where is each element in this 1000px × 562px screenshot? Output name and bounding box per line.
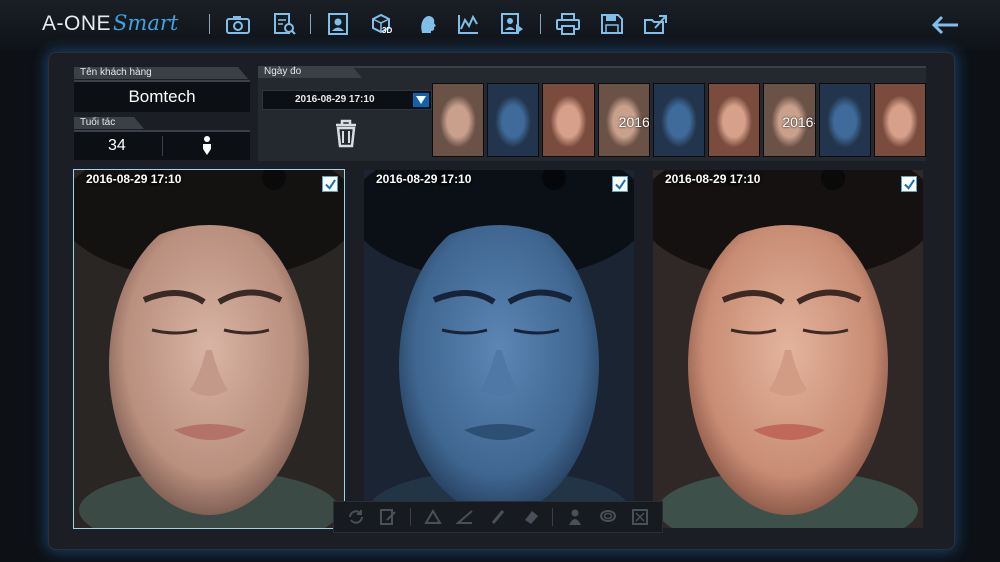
pen-icon (491, 510, 505, 524)
eraser-button[interactable] (520, 506, 542, 528)
triangle-icon (423, 509, 442, 524)
lasso-button[interactable] (597, 506, 619, 528)
slideshow-button[interactable] (496, 10, 528, 38)
patient-card-icon (328, 13, 348, 35)
logo-main-text: A-ONE (42, 12, 112, 35)
annotation-toolbar (333, 501, 663, 533)
eraser-icon (524, 511, 538, 524)
person-icon (568, 509, 581, 525)
age-divider (162, 136, 163, 156)
camera-button[interactable] (222, 10, 254, 38)
face-image-uv (364, 170, 634, 528)
app-logo: A-ONE Smart (42, 11, 178, 37)
edit-icon (380, 509, 397, 525)
triangle-button[interactable] (422, 506, 444, 528)
clear-icon (632, 509, 649, 525)
export-folder-icon (644, 15, 667, 34)
age-label: Tuổi tác (74, 117, 144, 129)
thumbnail-polarized[interactable] (708, 83, 761, 157)
dropdown-arrow-icon[interactable] (413, 93, 429, 107)
report-search-button[interactable] (268, 10, 300, 38)
back-arrow-icon[interactable] (930, 12, 960, 38)
checkmark-icon (324, 178, 336, 190)
angle-button[interactable] (454, 506, 476, 528)
pen-button[interactable] (487, 506, 509, 528)
chart-icon (458, 14, 478, 34)
thumbnail-normal[interactable] (432, 83, 485, 157)
checkmark-icon (614, 178, 626, 190)
thumbnail-uv[interactable] (652, 83, 706, 157)
patient-card-button[interactable] (322, 10, 354, 38)
thumbnail-polarized[interactable] (542, 83, 595, 157)
face-image-panel-uv[interactable]: 2016-08-29 17:10 (364, 170, 634, 528)
edit-button[interactable] (377, 506, 399, 528)
lasso-icon (599, 510, 616, 522)
face-profile-icon (421, 16, 436, 33)
panel-checkbox[interactable] (612, 176, 628, 192)
view-3d-button[interactable]: 3D (366, 10, 398, 38)
rotate-button[interactable] (345, 506, 367, 528)
clear-button[interactable] (629, 506, 651, 528)
face-image-polarized (653, 170, 923, 528)
panel-checkbox[interactable] (901, 176, 917, 192)
save-icon (601, 14, 623, 34)
date-dropdown[interactable]: 2016-08-29 17:10 (262, 90, 432, 110)
camera-icon (226, 16, 250, 34)
label-3d: 3D (382, 26, 393, 35)
thumbnail-normal[interactable]: 2016-08-29 17:08 (763, 83, 816, 157)
thumbnail-strip: 2016-08-29 17:09 2016-08-29 17:08 (432, 83, 926, 157)
toolbar-separator (540, 14, 541, 34)
print-icon (556, 13, 580, 35)
customer-name-value: Bomtech (128, 87, 196, 106)
gender-male-icon[interactable] (200, 135, 214, 157)
angle-icon (456, 510, 473, 524)
panel-timestamp: 2016-08-29 17:10 (376, 172, 472, 186)
thumbnail-group-label: 2016-08-29 17:08 (782, 114, 816, 130)
age-field: 34 (74, 130, 250, 160)
date-label: Ngày đo (258, 66, 362, 78)
report-search-icon (274, 13, 296, 35)
date-selected-value: 2016-08-29 17:10 (295, 94, 375, 105)
face-image-normal (74, 170, 344, 528)
toolbar-separator (310, 14, 311, 34)
panel-checkbox[interactable] (322, 176, 338, 192)
tool-separator (552, 508, 554, 526)
face-image-panel-normal[interactable]: 2016-08-29 17:10 (73, 169, 345, 529)
toolbar-separator (209, 14, 210, 34)
rotate-icon (348, 510, 363, 524)
checkmark-icon (903, 178, 915, 190)
thumbnail-uv[interactable] (487, 83, 540, 157)
thumbnail-normal[interactable]: 2016-08-29 17:09 (597, 83, 650, 157)
panel-timestamp: 2016-08-29 17:10 (665, 172, 761, 186)
chart-button[interactable] (452, 10, 484, 38)
face-image-panel-polarized[interactable]: 2016-08-29 17:10 (653, 170, 923, 528)
face-profile-button[interactable] (410, 10, 442, 38)
thumbnail-group-label: 2016-08-29 17:09 (618, 114, 650, 130)
panel-timestamp: 2016-08-29 17:10 (86, 172, 182, 186)
logo-script-text: Smart (113, 11, 179, 35)
save-button[interactable] (596, 10, 628, 38)
thumbnail-uv[interactable] (818, 83, 871, 157)
customer-name-label: Tên khách hàng (74, 67, 248, 79)
thumbnail-polarized[interactable] (873, 83, 926, 157)
customer-name-field[interactable]: Bomtech (74, 80, 250, 112)
print-button[interactable] (552, 10, 584, 38)
slideshow-icon (501, 13, 523, 34)
age-value: 34 (108, 137, 126, 154)
export-button[interactable] (640, 10, 672, 38)
delete-trash-icon[interactable] (332, 118, 360, 148)
person-button[interactable] (564, 506, 586, 528)
tool-separator (409, 508, 411, 526)
top-toolbar: A-ONE Smart 3D (0, 0, 1000, 50)
